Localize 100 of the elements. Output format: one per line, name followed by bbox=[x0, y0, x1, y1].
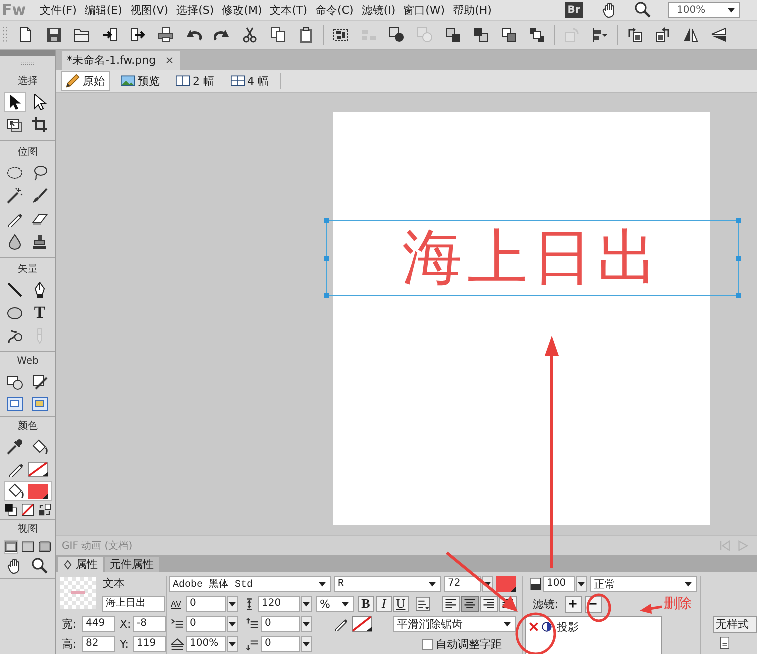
menu-item[interactable]: 帮助(H) bbox=[449, 2, 496, 18]
dropdown-button[interactable] bbox=[227, 596, 238, 612]
object-name-field[interactable]: 海上日出 bbox=[102, 596, 165, 612]
menu-item[interactable]: 命令(C) bbox=[312, 2, 358, 18]
group-icon[interactable] bbox=[333, 27, 349, 43]
space-after-field[interactable]: 0 bbox=[261, 636, 300, 652]
menu-item[interactable]: 窗口(W) bbox=[400, 2, 450, 18]
format-button[interactable]: U bbox=[393, 596, 409, 612]
align-icon[interactable] bbox=[592, 27, 608, 43]
dropdown-button[interactable] bbox=[301, 636, 312, 652]
space-before-field[interactable]: 0 bbox=[261, 616, 300, 632]
dropdown-button[interactable] bbox=[227, 616, 238, 632]
height-field[interactable]: 82 bbox=[82, 636, 115, 652]
font-style-dropdown[interactable]: R bbox=[334, 576, 441, 592]
view-tab[interactable]: 预览 bbox=[116, 71, 165, 91]
text-color-swatch[interactable] bbox=[496, 576, 516, 592]
import-icon[interactable] bbox=[102, 27, 118, 43]
printer-icon[interactable] bbox=[158, 27, 174, 43]
tool-button[interactable] bbox=[4, 92, 26, 112]
y-field[interactable]: 119 bbox=[133, 636, 166, 652]
menu-item[interactable]: 文件(F) bbox=[36, 2, 81, 18]
style-dropdown[interactable]: 无样式 bbox=[713, 616, 757, 633]
overlap-squares-icon[interactable] bbox=[529, 27, 545, 43]
format-button[interactable]: I bbox=[376, 596, 392, 612]
menu-item[interactable]: 视图(V) bbox=[126, 2, 173, 18]
opacity-field[interactable]: 100 bbox=[543, 576, 575, 592]
dropdown-button[interactable] bbox=[576, 576, 587, 592]
anti-alias-dropdown[interactable]: 平滑消除锯齿 bbox=[393, 616, 516, 632]
dropdown-button[interactable] bbox=[301, 616, 312, 632]
folder-icon[interactable] bbox=[74, 27, 90, 43]
copy-icon[interactable] bbox=[270, 27, 286, 43]
fill-color-control[interactable] bbox=[4, 481, 52, 501]
export-icon[interactable] bbox=[130, 27, 146, 43]
scissors-icon[interactable] bbox=[242, 27, 258, 43]
cross-icon[interactable] bbox=[529, 622, 539, 632]
selection-handle[interactable] bbox=[324, 256, 329, 261]
font-size-field[interactable]: 72 bbox=[444, 576, 481, 592]
zoom-dropdown[interactable]: 100% bbox=[668, 2, 740, 18]
text-tool-button[interactable]: T bbox=[29, 303, 51, 323]
close-button[interactable]: × bbox=[165, 54, 174, 67]
panel-tab[interactable]: 属性 bbox=[58, 557, 103, 572]
add-filter-button[interactable] bbox=[564, 596, 582, 612]
format-button[interactable]: B bbox=[358, 596, 374, 612]
kerning-field[interactable]: 0 bbox=[186, 596, 226, 612]
checkbox[interactable] bbox=[422, 638, 433, 650]
indent-field[interactable]: 0 bbox=[186, 616, 226, 632]
tool-button[interactable] bbox=[38, 503, 52, 517]
overlap-squares-icon[interactable] bbox=[445, 27, 461, 43]
tool-button[interactable] bbox=[38, 540, 52, 554]
panel-tab[interactable]: 元件属性 bbox=[105, 557, 159, 572]
menu-item[interactable]: 文本(T) bbox=[266, 2, 312, 18]
menu-item[interactable]: 编辑(E) bbox=[80, 2, 126, 18]
selection-handle[interactable] bbox=[324, 293, 329, 298]
flip-vertical-icon[interactable] bbox=[711, 27, 727, 43]
page-icon[interactable] bbox=[719, 637, 731, 649]
x-field[interactable]: -8 bbox=[133, 616, 166, 632]
diamond-icon[interactable] bbox=[63, 560, 73, 570]
leading-unit-dropdown[interactable]: % bbox=[316, 596, 354, 612]
shapes-icon[interactable] bbox=[389, 27, 405, 43]
align-button[interactable] bbox=[480, 596, 498, 612]
align-button[interactable] bbox=[461, 596, 479, 612]
grip-icon[interactable] bbox=[2, 26, 8, 44]
leading-field[interactable]: 120 bbox=[258, 596, 300, 612]
dropdown-button[interactable] bbox=[227, 636, 238, 652]
menu-item[interactable]: 滤镜(I) bbox=[358, 2, 400, 18]
bridge-button[interactable]: Br bbox=[565, 2, 583, 18]
selection-box[interactable]: 海上日出 bbox=[326, 220, 739, 296]
width-field[interactable]: 449 bbox=[82, 616, 115, 632]
selection-handle[interactable] bbox=[736, 218, 741, 223]
view-tab[interactable]: 原始 bbox=[61, 71, 110, 91]
page-icon[interactable] bbox=[18, 27, 34, 43]
font-dropdown[interactable]: Adobe 黑体 Std bbox=[169, 576, 331, 592]
selection-handle[interactable] bbox=[736, 293, 741, 298]
filter-item[interactable]: 投影 bbox=[529, 619, 658, 635]
document-tab[interactable]: *未命名-1.fw.png × bbox=[62, 51, 180, 70]
blend-mode-dropdown[interactable]: 正常 bbox=[590, 576, 697, 592]
tool-button[interactable] bbox=[4, 503, 18, 517]
zoom-icon[interactable] bbox=[635, 2, 651, 18]
text-options-button[interactable] bbox=[414, 596, 431, 612]
menu-item[interactable]: 修改(M) bbox=[218, 2, 266, 18]
view-tab[interactable]: 2 幅 bbox=[171, 71, 220, 91]
flip-horizontal-icon[interactable] bbox=[683, 27, 699, 43]
overlap-squares-icon[interactable] bbox=[501, 27, 517, 43]
align-button[interactable] bbox=[442, 596, 460, 612]
selection-handle[interactable] bbox=[324, 218, 329, 223]
overlap-squares-icon[interactable] bbox=[473, 27, 489, 43]
selection-handle[interactable] bbox=[736, 256, 741, 261]
menu-item[interactable]: 选择(S) bbox=[172, 2, 218, 18]
tool-button[interactable] bbox=[21, 503, 35, 517]
no-color-swatch[interactable] bbox=[28, 462, 48, 476]
horizontal-scale-field[interactable]: 100% bbox=[186, 636, 226, 652]
grip-icon[interactable] bbox=[20, 60, 36, 66]
tool-button[interactable] bbox=[4, 540, 18, 554]
no-color-swatch[interactable] bbox=[352, 616, 372, 632]
view-tab[interactable]: 4 幅 bbox=[226, 71, 274, 91]
rotate-right-icon[interactable] bbox=[655, 27, 671, 43]
tool-button[interactable] bbox=[21, 540, 35, 554]
dropdown-button[interactable] bbox=[301, 596, 312, 612]
clipboard-icon[interactable] bbox=[298, 27, 314, 43]
color-swatch[interactable] bbox=[28, 484, 48, 498]
